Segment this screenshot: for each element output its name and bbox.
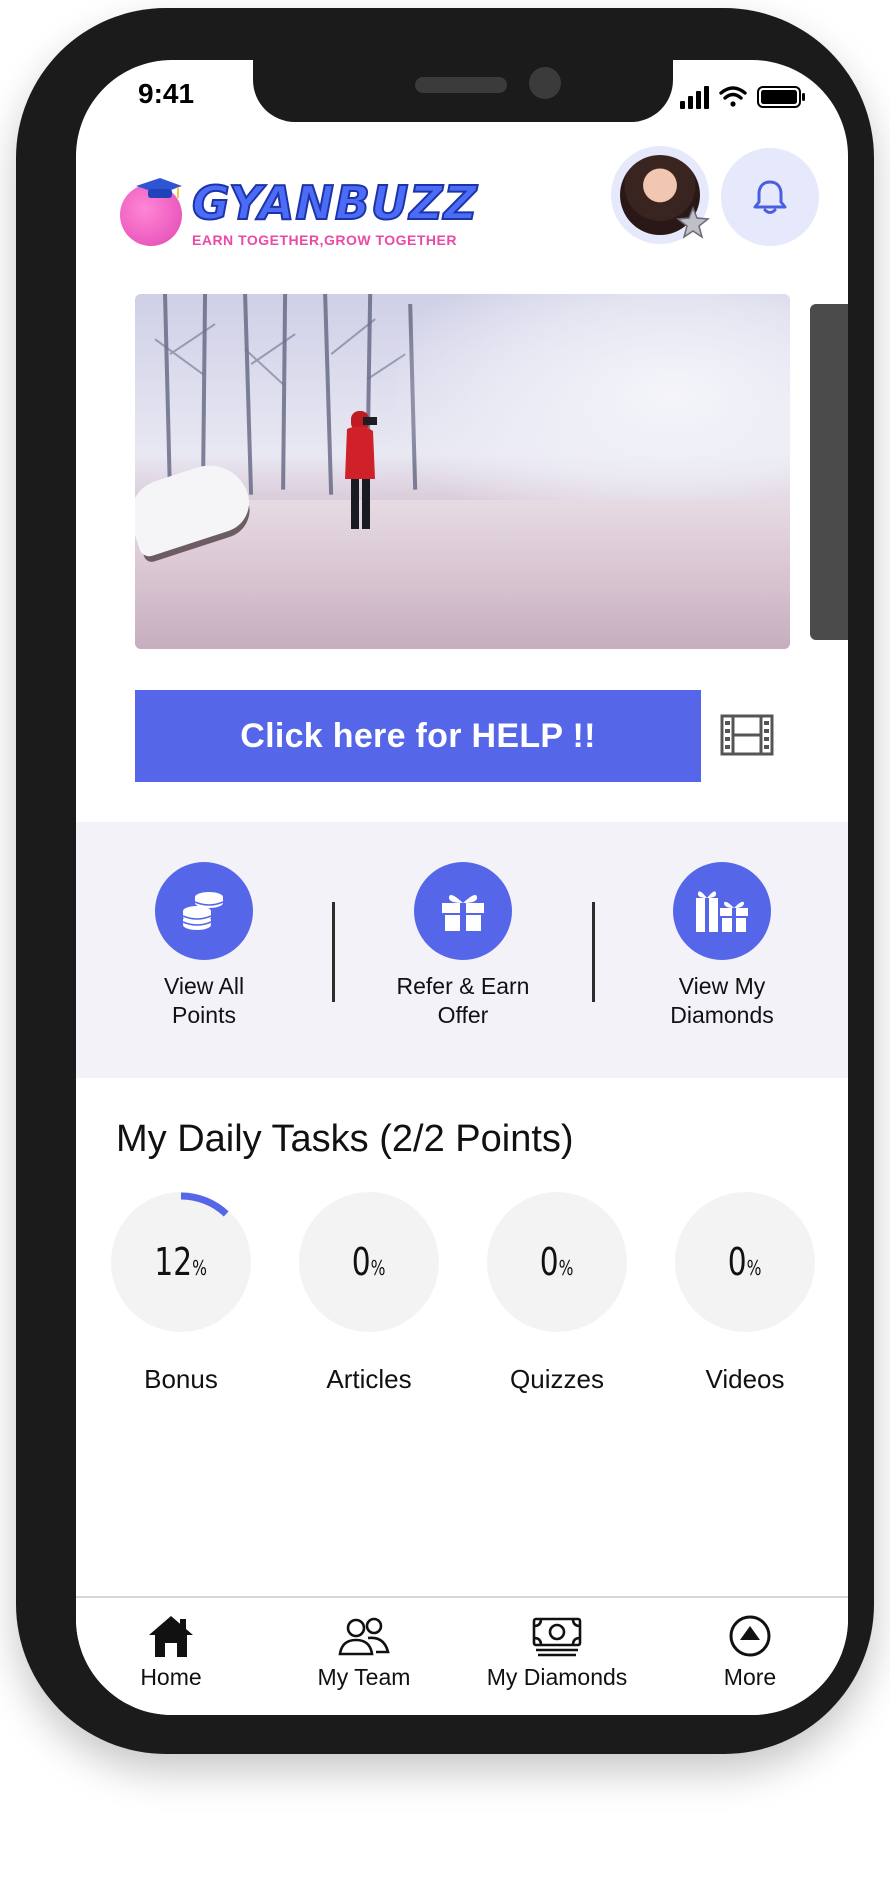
task-progress-circle: 12%	[111, 1192, 251, 1332]
phone-frame: 9:41 GYANBUZZ EARN TOGETHER,GROW TOGETHE…	[16, 8, 874, 1754]
logo-wordmark: GYANBUZZ	[191, 176, 479, 230]
progress-arc-stroke	[180, 1192, 229, 1217]
banner-image[interactable]	[135, 294, 790, 649]
divider	[592, 902, 595, 1002]
graduation-cap-icon	[136, 178, 182, 198]
view-all-points-button[interactable]: View All Points	[104, 862, 304, 1030]
task-progress-circle: 0%	[299, 1192, 439, 1332]
gift-icon	[442, 895, 484, 931]
task-label: Bonus	[144, 1364, 218, 1394]
person-figure	[345, 411, 377, 529]
app-screen: 9:41 GYANBUZZ EARN TOGETHER,GROW TOGETHE…	[76, 60, 848, 1715]
film-icon[interactable]	[720, 712, 774, 758]
task-label: Videos	[705, 1364, 785, 1394]
speaker-grille	[415, 77, 507, 93]
team-icon	[338, 1617, 390, 1656]
quick-action-label: View My Diamonds	[670, 973, 774, 1028]
bell-icon	[753, 180, 787, 214]
app-logo[interactable]: GYANBUZZ EARN TOGETHER,GROW TOGETHER	[120, 170, 478, 254]
tab-my-diamonds[interactable]: My Diamonds	[462, 1612, 652, 1691]
coins-icon	[182, 892, 224, 930]
tab-my-team[interactable]: My Team	[269, 1612, 459, 1691]
tab-label: My Team	[317, 1664, 411, 1690]
task-percent: 0%	[728, 1240, 762, 1284]
task-label: Quizzes	[510, 1364, 604, 1394]
task-percent: 0%	[540, 1240, 574, 1284]
divider	[332, 902, 335, 1002]
tab-more[interactable]: More	[655, 1612, 845, 1691]
quick-actions-panel: View All Points Refer & Earn Offer View …	[76, 822, 848, 1078]
tab-label: Home	[140, 1664, 202, 1690]
profile-avatar-button[interactable]	[611, 146, 710, 244]
more-icon	[729, 1615, 771, 1657]
daily-tasks-title: My Daily Tasks (2/2 Points)	[116, 1118, 574, 1160]
task-progress-circle: 0%	[487, 1192, 627, 1332]
star-badge-icon	[676, 206, 710, 239]
status-icons	[680, 86, 805, 109]
tab-home[interactable]: Home	[76, 1612, 266, 1691]
wifi-icon	[719, 86, 747, 107]
next-banner-peek[interactable]	[810, 304, 848, 640]
quick-action-label: View All Points	[163, 973, 245, 1028]
task-bonus[interactable]: 12% Bonus	[111, 1192, 251, 1395]
quick-action-label: Refer & Earn Offer	[396, 973, 530, 1028]
logo-tagline: EARN TOGETHER,GROW TOGETHER	[192, 232, 457, 248]
task-videos[interactable]: 0% Videos	[675, 1192, 815, 1395]
task-progress-circle: 0%	[675, 1192, 815, 1332]
money-icon	[532, 1617, 582, 1657]
status-time: 9:41	[138, 78, 195, 109]
view-diamonds-button[interactable]: View My Diamonds	[622, 862, 822, 1030]
battery-icon	[757, 86, 805, 108]
task-percent: 0%	[352, 1240, 386, 1284]
signal-icon	[680, 86, 709, 109]
gifts-icon	[696, 891, 748, 932]
task-articles[interactable]: 0% Articles	[299, 1192, 439, 1395]
task-label: Articles	[326, 1364, 412, 1394]
notifications-button[interactable]	[721, 148, 819, 246]
tab-label: My Diamonds	[486, 1664, 628, 1690]
home-icon	[149, 1616, 193, 1657]
refer-earn-button[interactable]: Refer & Earn Offer	[363, 862, 563, 1030]
task-percent: 12%	[154, 1240, 208, 1284]
device-notch	[253, 60, 673, 122]
help-button[interactable]: Click here for HELP !!	[135, 690, 701, 782]
front-camera	[529, 67, 561, 99]
task-quizzes[interactable]: 0% Quizzes	[487, 1192, 627, 1395]
bottom-tab-bar: Home My Team My Diamonds More	[76, 1596, 848, 1715]
tab-label: More	[723, 1664, 777, 1690]
